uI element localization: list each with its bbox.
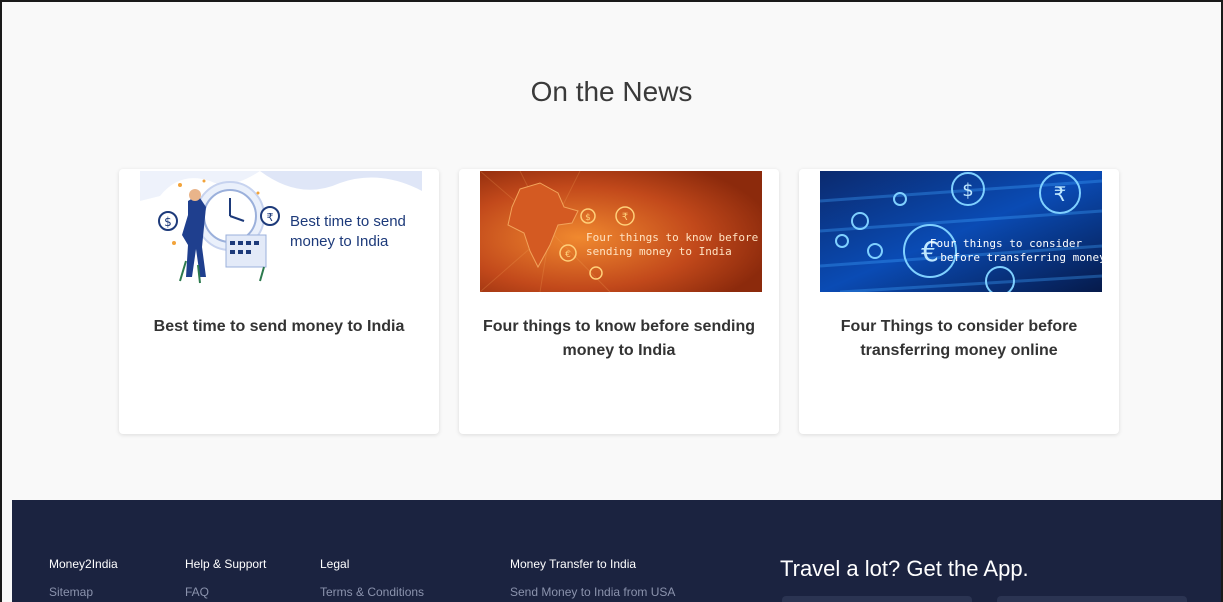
footer-heading-legal: Legal	[320, 557, 350, 571]
svg-text:$: $	[962, 180, 973, 201]
card-image-text-line2: before transferring money	[940, 251, 1102, 264]
news-card-title: Four things to know before sending money…	[483, 318, 755, 359]
svg-text:₹: ₹	[622, 212, 628, 223]
card-image-text-line2: sending money to India	[586, 245, 732, 258]
app-promo-title: Travel a lot? Get the App.	[780, 556, 1029, 581]
footer-link-sitemap[interactable]: Sitemap	[49, 585, 93, 599]
card-image-text-line1: Best time to send	[290, 213, 406, 230]
card-image-text-line2: money to India	[290, 233, 389, 250]
svg-text:₹: ₹	[1054, 182, 1067, 206]
news-card-four-things-know[interactable]: $ ₹ € Four things to know before sending…	[459, 169, 779, 434]
footer-link-send-from-usa[interactable]: Send Money to India from USA	[510, 585, 675, 599]
svg-text:₹: ₹	[267, 211, 274, 224]
footer-link-terms[interactable]: Terms & Conditions	[320, 585, 424, 599]
footer-heading-money-transfer: Money Transfer to India	[510, 557, 637, 571]
news-card-four-things-consider[interactable]: $ ₹ € Four things to consider before tra…	[799, 169, 1119, 434]
news-card-best-time[interactable]: $ ₹ Best time to send money to India Bes…	[119, 169, 439, 434]
svg-text:€: €	[565, 250, 571, 260]
svg-text:$: $	[164, 215, 172, 229]
site-footer: Money2India Sitemap Help & Support FAQ L…	[12, 500, 1221, 602]
app-store-button[interactable]	[782, 596, 972, 602]
news-card-image: $ ₹ € Four things to consider before tra…	[820, 171, 1102, 292]
card-image-text-line1: Four things to know before	[586, 231, 758, 244]
news-card-title: Best time to send money to India	[153, 318, 405, 335]
news-card-image: $ ₹ Best time to send money to India	[140, 171, 422, 292]
page-frame: On the News $ ₹ Best time to send money …	[0, 0, 1223, 602]
section-title: On the News	[530, 76, 693, 107]
footer-heading-money2india: Money2India	[49, 557, 118, 571]
footer-link-faq[interactable]: FAQ	[185, 585, 209, 599]
card-image-text-line1: Four things to consider	[930, 237, 1083, 250]
news-card-image: $ ₹ € Four things to know before sending…	[480, 171, 762, 292]
news-card-title: Four Things to consider before transferr…	[840, 318, 1078, 359]
footer-heading-help-support: Help & Support	[185, 557, 267, 571]
svg-text:$: $	[585, 213, 591, 223]
news-section: On the News $ ₹ Best time to send money …	[2, 2, 1221, 500]
play-store-button[interactable]	[997, 596, 1187, 602]
